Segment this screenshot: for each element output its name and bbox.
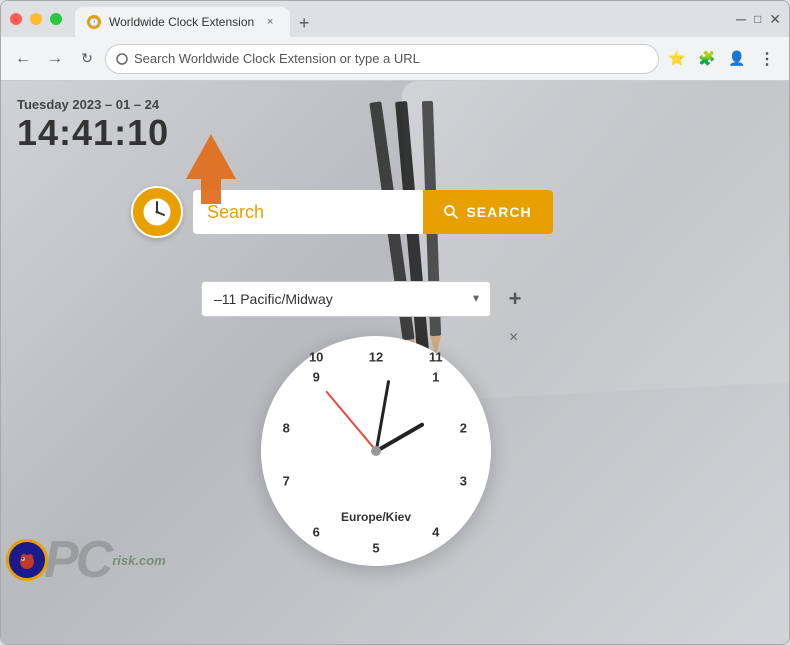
clock-num-3: 3 [460, 473, 467, 488]
window-controls: × [9, 12, 63, 26]
window-close-icon[interactable]: ✕ [769, 11, 781, 28]
nav-actions: ⭐ 🧩 👤 ⋮ [663, 45, 781, 73]
window-minimize-button[interactable] [29, 12, 43, 26]
clock-num-8: 8 [283, 421, 290, 436]
title-bar: × 🕐 Worldwide Clock Extension × + ─ □ ✕ [1, 1, 789, 37]
orange-arrow [171, 129, 251, 214]
hour-hand [375, 422, 424, 453]
extension-button[interactable]: 🧩 [693, 45, 721, 73]
clock-num-4: 4 [432, 524, 439, 539]
back-button[interactable]: ← [9, 45, 37, 73]
address-bar[interactable]: Search Worldwide Clock Extension or type… [105, 44, 659, 74]
pc-risk-suffix: risk.com [112, 553, 165, 568]
close-clock-button[interactable]: × [509, 329, 518, 347]
clock-num-5: 5 [372, 540, 379, 555]
clock-num-7: 7 [283, 473, 290, 488]
tab-bar: 🕐 Worldwide Clock Extension × + [75, 1, 318, 37]
search-icon [444, 205, 458, 219]
window-restore-icon[interactable]: □ [754, 12, 761, 26]
window-minimize-icon[interactable]: ─ [736, 11, 746, 27]
window-close-button[interactable]: × [9, 12, 23, 26]
tab-favicon: 🕐 [87, 15, 101, 29]
tab-title: Worldwide Clock Extension [109, 15, 254, 29]
clock-num-1: 1 [432, 370, 439, 385]
minute-hand [375, 380, 390, 451]
add-timezone-button[interactable]: + [501, 285, 529, 313]
page-content: Tuesday 2023 – 01 – 24 14:41:10 Search [1, 81, 789, 644]
pc-risk-logo-area: PC risk.com [6, 534, 166, 586]
second-hand [325, 391, 376, 452]
browser-frame: × 🕐 Worldwide Clock Extension × + ─ □ ✕ [0, 0, 790, 645]
nav-bar: ← → ↻ Search Worldwide Clock Extension o… [1, 37, 789, 81]
lock-icon [116, 53, 128, 65]
search-button[interactable]: SEARCH [423, 190, 553, 234]
pc-risk-suffix-area: risk.com [112, 553, 165, 568]
timezone-dropdown[interactable]: –11 Pacific/Midway [201, 281, 491, 317]
address-text: Search Worldwide Clock Extension or type… [134, 51, 420, 66]
datetime-area: Tuesday 2023 – 01 – 24 14:41:10 [17, 97, 169, 154]
bug-icon [16, 549, 38, 571]
clock-num-12: 12 [369, 349, 383, 364]
svg-text:×: × [14, 16, 19, 25]
timezone-select-wrapper: –11 Pacific/Midway ▼ [201, 281, 491, 317]
pc-risk-icon [6, 539, 48, 581]
clock-timezone-label: Europe/Kiev [341, 510, 411, 524]
menu-button[interactable]: ⋮ [753, 45, 781, 73]
clock-num-2: 2 [460, 421, 467, 436]
time-display: 14:41:10 [17, 112, 169, 154]
clock-center [371, 446, 381, 456]
forward-button[interactable]: → [41, 45, 69, 73]
tab-close-button[interactable]: × [262, 14, 278, 30]
analog-clock: 12 1 2 3 4 5 6 7 8 9 10 11 Europe/Kiev [261, 336, 491, 566]
window-maximize-button[interactable] [49, 12, 63, 26]
new-tab-button[interactable]: + [290, 9, 318, 37]
clock-num-9: 9 [313, 370, 320, 385]
date-display: Tuesday 2023 – 01 – 24 [17, 97, 169, 112]
clock-container: 12 1 2 3 4 5 6 7 8 9 10 11 Europe/Kiev [261, 336, 491, 566]
active-tab[interactable]: 🕐 Worldwide Clock Extension × [75, 7, 290, 37]
pc-logo-text: PC [44, 534, 110, 586]
clock-face-icon [141, 196, 173, 228]
bookmark-button[interactable]: ⭐ [663, 45, 691, 73]
clock-num-6: 6 [313, 524, 320, 539]
clock-num-10: 10 [309, 349, 323, 364]
profile-button[interactable]: 👤 [723, 45, 751, 73]
clock-num-11: 11 [429, 349, 443, 364]
timezone-area: –11 Pacific/Midway ▼ + [201, 281, 529, 317]
refresh-button[interactable]: ↻ [73, 45, 101, 73]
search-button-label: SEARCH [466, 204, 531, 220]
